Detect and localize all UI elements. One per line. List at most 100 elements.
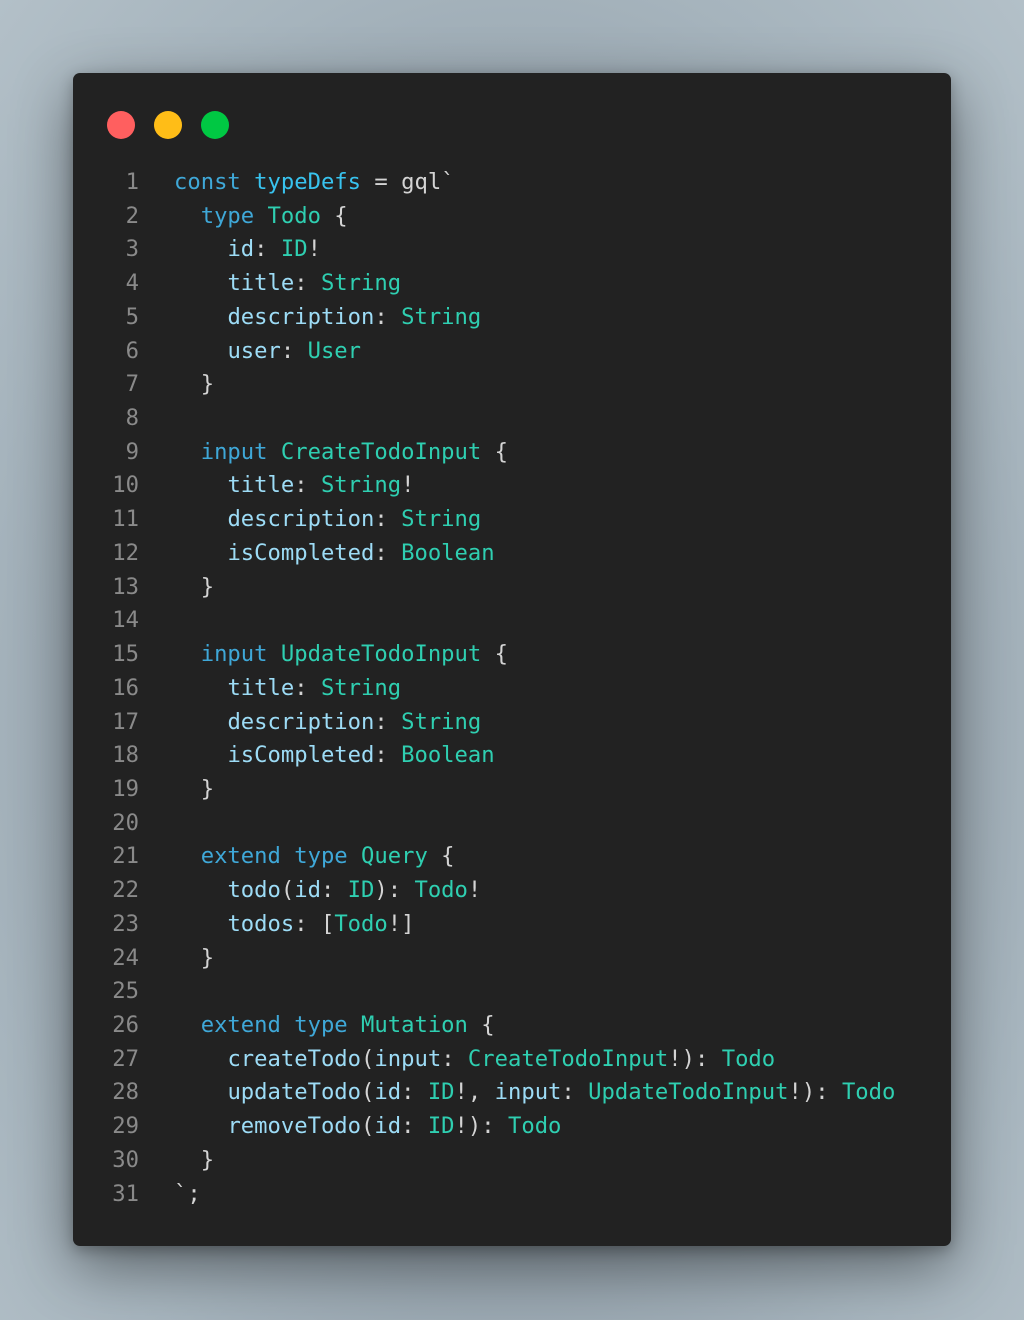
code-line: 3 id: ID! [73, 233, 951, 267]
minimize-button[interactable] [154, 111, 182, 139]
punctuation [174, 203, 201, 229]
type-name: Mutation [361, 1011, 468, 1038]
punctuation [174, 540, 227, 566]
line-number: 13 [112, 573, 139, 600]
code-line: 4 title: String [73, 267, 951, 301]
line-number: 3 [125, 236, 139, 263]
punctuation: { [427, 843, 455, 870]
type-name: Todo [414, 877, 468, 904]
window-controls [107, 111, 229, 139]
code-text: } [139, 773, 214, 807]
punctuation [174, 338, 227, 364]
punctuation: : [374, 303, 402, 330]
punctuation [348, 1012, 361, 1038]
field-name: id [374, 1079, 402, 1106]
punctuation: { [481, 438, 508, 465]
punctuation: ( [361, 1045, 375, 1072]
line-number: 1 [125, 169, 139, 195]
punctuation: !): [788, 1079, 842, 1106]
close-button[interactable] [107, 111, 135, 139]
type-name: CreateTodoInput [280, 438, 482, 465]
code-text: type Todo { [139, 200, 348, 234]
line-number: 20 [112, 809, 139, 836]
code-text: description: String [139, 503, 481, 537]
maximize-button[interactable] [201, 111, 229, 139]
line-number: 26 [112, 1011, 139, 1038]
punctuation [281, 1012, 294, 1038]
punctuation: : [441, 1045, 468, 1072]
line-number: 29 [112, 1113, 139, 1140]
punctuation: ! [401, 472, 415, 499]
punctuation: } [174, 775, 215, 802]
code-line: 8 [73, 402, 951, 436]
line-number: 24 [112, 944, 139, 971]
type-name: Boolean [401, 742, 495, 769]
field-name: description [227, 506, 375, 533]
line-number: 27 [112, 1045, 139, 1072]
punctuation [174, 439, 201, 465]
type-name: Query [361, 843, 428, 870]
keyword: type [200, 202, 255, 229]
code-text: id: ID! [139, 233, 321, 267]
type-name: Todo [721, 1045, 776, 1072]
line-number: 23 [112, 910, 139, 937]
code-text: isCompleted: Boolean [139, 537, 494, 571]
code-text: extend type Query { [139, 840, 455, 874]
punctuation: ! [467, 877, 482, 904]
punctuation: : [561, 1079, 589, 1106]
type-name: ID [427, 1079, 455, 1106]
line-number: 14 [112, 607, 139, 634]
keyword: input [200, 641, 268, 668]
code-text: description: String [139, 301, 481, 335]
line-number: 7 [125, 371, 139, 398]
line-number: 8 [125, 405, 139, 432]
type-name: ID [280, 236, 308, 263]
punctuation: ( [361, 1113, 375, 1140]
punctuation [174, 236, 227, 262]
punctuation [268, 641, 281, 667]
code-text: `; [139, 1178, 201, 1212]
code-line: 10 title: String! [73, 469, 951, 503]
line-number: 22 [112, 877, 139, 904]
punctuation [174, 877, 227, 903]
field-name: user [227, 337, 281, 364]
code-line: 21 extend type Query { [73, 840, 951, 874]
code-block: 1 const typeDefs = gql` 2 type Todo {3 id:… [73, 166, 951, 1211]
keyword: input [200, 438, 268, 465]
field-name: id [227, 236, 255, 263]
field-name: todos [227, 910, 295, 937]
punctuation: : [280, 337, 308, 364]
code-line: 6 user: User [73, 335, 951, 369]
punctuation: } [174, 573, 215, 600]
code-line: 9 input CreateTodoInput { [73, 436, 951, 470]
code-line: 16 title: String [73, 672, 951, 706]
punctuation [174, 742, 227, 768]
code-line: 23 todos: [Todo!] [73, 908, 951, 942]
code-line: 13 } [73, 571, 951, 605]
punctuation [174, 1079, 227, 1105]
type-name: String [401, 303, 482, 330]
field-name: title [227, 270, 295, 297]
punctuation [174, 675, 227, 701]
type-name: CreateTodoInput [467, 1045, 669, 1072]
code-line: 7 } [73, 368, 951, 402]
field-name: title [227, 472, 295, 499]
punctuation: : [374, 539, 402, 566]
code-text: title: String [139, 267, 401, 301]
punctuation: } [174, 371, 215, 398]
code-text: user: User [139, 335, 361, 369]
line-number: 12 [112, 539, 139, 566]
line-number: 5 [125, 303, 139, 330]
field-name: isCompleted [227, 742, 375, 769]
type-name: String [401, 506, 482, 533]
punctuation [281, 843, 294, 869]
line-number: 9 [125, 438, 139, 465]
code-text: const typeDefs = gql` [139, 166, 455, 200]
field-name: title [227, 674, 295, 701]
punctuation [174, 270, 227, 296]
field-name: input [494, 1079, 562, 1106]
code-text: todo(id: ID): Todo! [139, 874, 481, 908]
punctuation [174, 641, 201, 667]
